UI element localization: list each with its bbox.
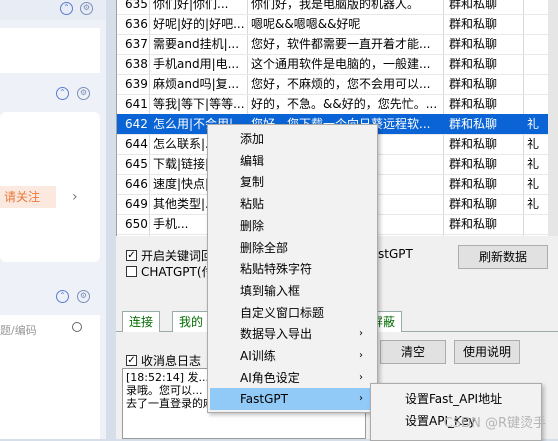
keyword-reply-checkbox[interactable]: ✓: [126, 250, 137, 261]
table-row[interactable]: 636 好呢|好的|好吧... 嗯呢&&嗯嗯&&好呢 群和私聊: [117, 14, 558, 35]
cell-answer: 您好，不麻烦的，您不会用可以...: [251, 77, 431, 91]
cell-type: 群和私聊: [449, 117, 498, 131]
refresh-data-button[interactable]: 刷新数据: [458, 245, 548, 269]
cell-type: 群和私聊: [449, 0, 498, 11]
table-row[interactable]: 637 需要and挂机|... 您好，软件都需要一直开着才能... 群和私聊: [117, 34, 558, 55]
table-row[interactable]: 639 麻烦and吗|复... 您好，不麻烦的，您不会用可以... 群和私聊: [117, 74, 558, 95]
table-row[interactable]: 641 等我|等下|等等... 好的，不急。&&好的，您先忙。... 群和私聊: [117, 94, 558, 115]
chevron-right-icon: ›: [359, 350, 363, 361]
menu-item[interactable]: 数据导入导出 ›: [210, 323, 375, 345]
menu-item-label: 编辑: [240, 153, 265, 168]
settings-icon-2[interactable]: ⚙: [77, 290, 90, 303]
menu-item-label: 数据导入导出: [240, 327, 313, 342]
cell-id: 637: [125, 37, 148, 51]
settings-icon[interactable]: ⚙: [77, 87, 90, 100]
cell-type: 群和私聊: [449, 197, 498, 211]
left-panel: ⌃ ⚙ ⌃ ⚙ 请关注 › ⌃ ⚙ 题/编码: [0, 0, 106, 439]
up-circle-icon-top[interactable]: ⌃: [60, 2, 73, 15]
cell-id: 642: [125, 117, 148, 131]
msg-log-checkbox[interactable]: ✓: [126, 355, 137, 366]
cell-id: 650: [125, 217, 148, 231]
tab-connect[interactable]: 连接: [122, 311, 161, 332]
cell-keyword: 手机and用|电...: [153, 57, 240, 71]
menu-item[interactable]: 粘贴: [210, 193, 375, 215]
menu-item[interactable]: 自定义窗口标题: [210, 302, 375, 324]
settings-icon-top[interactable]: ⚙: [80, 2, 93, 15]
menu-item[interactable]: FastGPT ›: [210, 388, 375, 411]
menu-item-label: 删除全部: [240, 240, 289, 255]
cell-keyword: 你们好|你们...: [153, 0, 229, 11]
submenu-item-set-api-url[interactable]: 设置Fast_API地址: [373, 388, 539, 410]
cell-id: 638: [125, 57, 148, 71]
menu-item[interactable]: 填到输入框: [210, 280, 375, 302]
cell-id: 639: [125, 77, 148, 91]
cell-type: 群和私聊: [449, 137, 498, 151]
menu-item-label: 复制: [240, 175, 265, 190]
cell-answer: 嗯呢&&嗯嗯&&好呢: [251, 17, 361, 31]
tab-mine[interactable]: 我的: [172, 311, 211, 332]
cell-type: 群和私聊: [449, 217, 498, 231]
context-menu[interactable]: 添加 编辑 复制 粘贴 删除 删除全部 粘贴特殊字符 填到输入框 自定义窗口标题 数据导入导出 › A…: [207, 124, 378, 413]
menu-item[interactable]: 编辑: [210, 150, 375, 172]
watermark: CSDN @R键烫手: [443, 416, 546, 431]
content-card-1: [0, 28, 100, 73]
follow-cta[interactable]: 请关注: [0, 186, 56, 208]
menu-item-label: AI角色设定: [240, 370, 300, 385]
menu-item[interactable]: 粘贴特殊字符: [210, 258, 375, 280]
menu-item[interactable]: AI角色设定 ›: [210, 367, 375, 389]
grid-scrollbar[interactable]: [548, 0, 558, 236]
cell-answer: 您好，软件都需要一直开着才能...: [251, 37, 431, 51]
menu-item[interactable]: 复制: [210, 171, 375, 193]
cell-id: 645: [125, 157, 148, 171]
chevron-right-icon: ›: [359, 328, 363, 340]
cell-id: 635: [125, 0, 148, 11]
cell-id: 636: [125, 17, 148, 31]
cell-answer: 你们好，我是电脑版的机器人。: [251, 0, 420, 11]
menu-item-label: 添加: [240, 132, 265, 146]
search-icon[interactable]: [72, 322, 82, 332]
cell-answer: 这个通用软件是电脑的，一般建...: [251, 57, 431, 71]
menu-item-label: 粘贴特殊字符: [240, 262, 313, 277]
cell-id: 649: [125, 197, 148, 211]
msg-log-label: 收消息日志: [141, 354, 202, 368]
chevron-right-icon: ›: [359, 371, 363, 383]
cell-type: 群和私聊: [449, 177, 498, 191]
cell-type: 群和私聊: [449, 37, 498, 51]
chevron-right-icon[interactable]: ›: [72, 189, 78, 205]
menu-item[interactable]: AI训练 ›: [210, 345, 375, 367]
menu-item-label: 粘贴: [240, 197, 265, 212]
cell-keyword: 需要and挂机|...: [153, 37, 240, 51]
cell-keyword: 等我|等下|等等...: [153, 97, 245, 111]
table-row[interactable]: 638 手机and用|电... 这个通用软件是电脑的，一般建... 群和私聊: [117, 54, 558, 75]
cell-keyword: 好呢|好的|好吧...: [153, 17, 245, 31]
cell-id: 646: [125, 177, 148, 191]
cell-id: 641: [125, 97, 148, 111]
help-button[interactable]: 使用说明: [454, 340, 520, 364]
menu-item[interactable]: 添加: [210, 128, 375, 150]
menu-item-label: AI训练: [240, 349, 276, 363]
cell-id: 644: [125, 137, 148, 151]
fastgpt-fragment: stGPT: [378, 247, 413, 261]
cell-type: 群和私聊: [449, 157, 498, 171]
cell-answer: 好的，不急。&&好的，您先忙。...: [251, 97, 438, 111]
menu-item-label: 删除: [240, 218, 265, 233]
up-circle-icon-2[interactable]: ⌃: [56, 290, 69, 303]
menu-item-label: 自定义窗口标题: [240, 305, 325, 320]
table-row[interactable]: 635 你们好|你们... 你们好，我是电脑版的机器人。 群和私聊: [117, 0, 558, 15]
cell-keyword: 麻烦and吗|复...: [153, 77, 240, 91]
up-circle-icon[interactable]: ⌃: [56, 87, 69, 100]
chevron-right-icon: ›: [359, 393, 363, 405]
chatgpt-checkbox[interactable]: [126, 266, 137, 277]
chatgpt-label: CHATGPT(付: [141, 265, 214, 279]
keyword-reply-label: 开启关键词回: [141, 249, 214, 263]
cell-type: 群和私聊: [449, 77, 498, 91]
cell-type: 群和私聊: [449, 57, 498, 71]
menu-item-label: 填到输入框: [240, 283, 301, 298]
menu-item-label: FastGPT: [240, 392, 288, 407]
cell-type: 群和私聊: [449, 17, 498, 31]
menu-item[interactable]: 删除全部: [210, 237, 375, 259]
menu-item[interactable]: 删除: [210, 215, 375, 237]
cell-type: 群和私聊: [449, 97, 498, 111]
clear-button[interactable]: 清空: [380, 340, 446, 364]
